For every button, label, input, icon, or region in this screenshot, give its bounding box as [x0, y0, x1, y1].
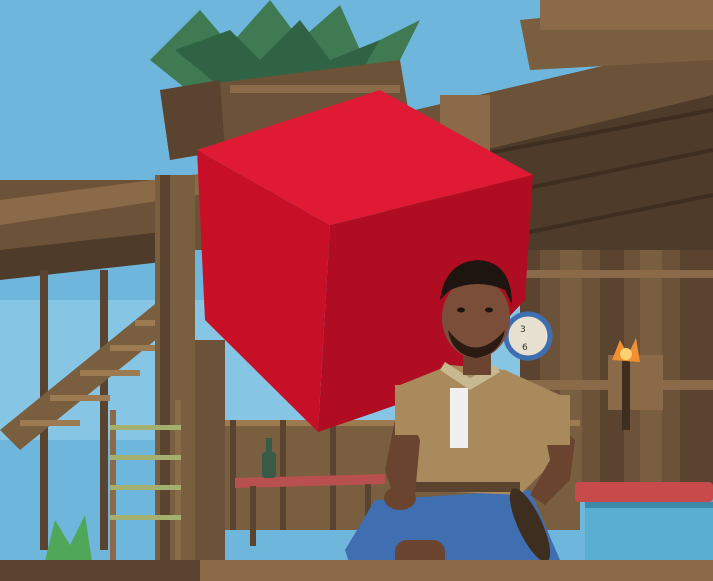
floor [200, 560, 713, 581]
game-viewport: 3 6 [0, 0, 713, 581]
bottle-icon [262, 452, 276, 478]
wall-clock: 3 6 [503, 311, 553, 361]
character-head [442, 278, 510, 358]
svg-text:3: 3 [520, 325, 526, 335]
svg-text:6: 6 [522, 343, 528, 353]
